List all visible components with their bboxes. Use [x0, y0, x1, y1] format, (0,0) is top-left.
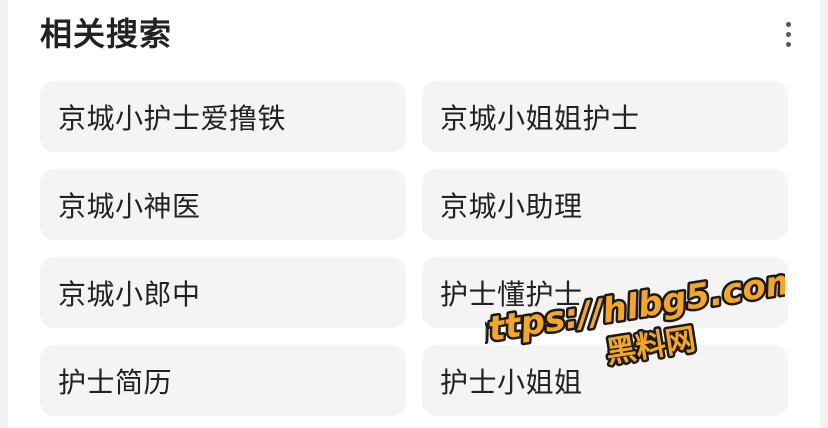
search-suggestion-chip[interactable]: 京城小助理	[422, 169, 788, 240]
search-suggestion-label: 京城小护士爱撸铁	[58, 101, 287, 135]
search-suggestion-label: 护士懂护士	[440, 277, 583, 311]
section-title: 相关搜索	[40, 15, 173, 53]
search-suggestion-label: 京城小助理	[440, 189, 583, 223]
search-suggestion-label: 京城小郎中	[58, 277, 201, 311]
more-vertical-icon	[785, 21, 791, 27]
search-suggestion-chip[interactable]: 护士懂护士	[422, 257, 788, 328]
search-suggestion-chip[interactable]: 护士小姐姐	[422, 345, 788, 416]
related-searches-grid: 京城小护士爱撸铁 京城小姐姐护士 京城小神医 京城小助理 京城小郎中 护士懂护士…	[40, 81, 788, 416]
more-vertical-icon	[785, 41, 791, 47]
search-suggestion-chip[interactable]: 京城小神医	[40, 169, 406, 240]
search-suggestion-label: 京城小神医	[58, 189, 201, 223]
search-suggestion-chip[interactable]: 京城小护士爱撸铁	[40, 81, 406, 152]
more-vertical-icon	[785, 31, 791, 37]
search-suggestion-label: 护士小姐姐	[440, 365, 583, 399]
search-suggestion-chip[interactable]: 京城小姐姐护士	[422, 81, 788, 152]
search-suggestion-chip[interactable]: 京城小郎中	[40, 257, 406, 328]
search-suggestion-chip[interactable]: 护士简历	[40, 345, 406, 416]
search-suggestion-label: 京城小姐姐护士	[440, 101, 640, 135]
related-searches-card: 相关搜索 京城小护士爱撸铁 京城小姐姐护士 京城小神医 京城小助理 京城小郎中 …	[8, 0, 820, 428]
more-options-button[interactable]	[776, 18, 800, 50]
search-suggestion-label: 护士简历	[58, 365, 173, 399]
section-header: 相关搜索	[40, 12, 800, 58]
